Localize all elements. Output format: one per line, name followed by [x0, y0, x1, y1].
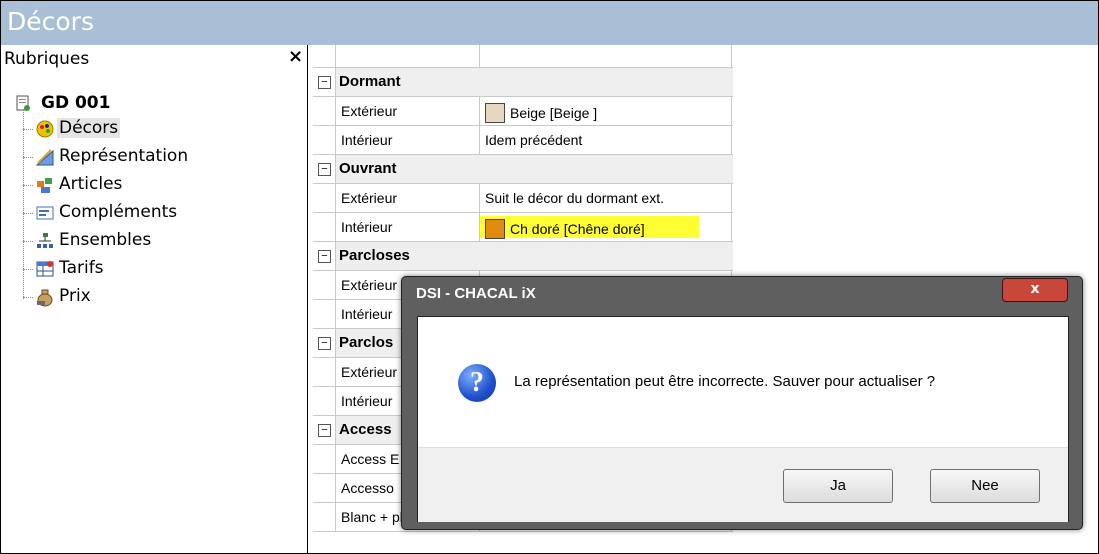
property-name: Extérieur: [341, 190, 398, 206]
property-name: Access E: [341, 451, 400, 467]
tree-item-label: Représentation: [59, 146, 189, 166]
tree-item-label: Compléments: [59, 202, 178, 222]
property-value-text: Beige [Beige ]: [510, 105, 598, 121]
title-bar: Décors: [1, 1, 1098, 45]
dialog-body: ? La représentation peut être incorrecte…: [418, 317, 1068, 447]
property-row[interactable]: Extérieur Beige [Beige ]: [313, 97, 733, 126]
color-swatch: [485, 219, 505, 239]
question-icon: ?: [458, 364, 496, 402]
collapse-toggle[interactable]: −: [318, 424, 331, 437]
property-name: Intérieur: [341, 306, 393, 322]
property-row[interactable]: Extérieur Suit le décor du dormant ext.: [313, 184, 733, 213]
tree-item-label: Ensembles: [59, 230, 152, 250]
property-row[interactable]: Intérieur Ch doré [Chêne doré]: [313, 213, 733, 242]
yes-button[interactable]: Ja: [783, 469, 893, 503]
category-row-ouvrant[interactable]: − Ouvrant: [313, 155, 733, 184]
tree-item-label: Prix: [59, 286, 91, 306]
window-title: Décors: [7, 7, 94, 36]
dialog-content: ? La représentation peut être incorrecte…: [417, 316, 1069, 522]
property-name: Extérieur: [341, 364, 398, 380]
dialog-message: La représentation peut être incorrecte. …: [514, 373, 936, 390]
collapse-toggle[interactable]: −: [318, 163, 331, 176]
close-button[interactable]: x: [1002, 278, 1068, 302]
category-row-dormant[interactable]: − Dormant: [313, 68, 733, 97]
property-value[interactable]: Suit le décor du dormant ext.: [485, 190, 664, 206]
category-label: Ouvrant: [339, 160, 397, 177]
category-label: Parcloses: [339, 247, 410, 264]
application-window: Décors Rubriques × GD 001 Décors Représe…: [0, 0, 1099, 554]
property-name: Intérieur: [341, 393, 393, 409]
panel-header: Rubriques ×: [1, 45, 307, 71]
hierarchy-icon: [37, 233, 53, 248]
close-panel-button[interactable]: ×: [288, 46, 303, 67]
category-row-parcloses[interactable]: − Parcloses: [313, 242, 733, 271]
rubriques-panel: Rubriques × GD 001 Décors Représentation…: [1, 45, 308, 553]
color-swatch: [485, 103, 505, 123]
collapse-toggle[interactable]: −: [318, 337, 331, 350]
collapse-toggle[interactable]: −: [318, 250, 331, 263]
tree-item-label: Tarifs: [59, 258, 104, 278]
property-name: Intérieur: [341, 219, 393, 235]
property-name: Accesso: [341, 480, 394, 496]
dialog-title: DSI - CHACAL iX: [416, 285, 536, 302]
no-button[interactable]: Nee: [930, 469, 1040, 503]
ruler-icon: [35, 149, 54, 166]
property-value[interactable]: Beige [Beige ]: [485, 103, 597, 123]
grid-top-row: [313, 45, 733, 68]
category-label: Dormant: [339, 73, 401, 90]
panel-title: Rubriques: [4, 49, 90, 69]
category-label: Access: [339, 421, 392, 438]
palette-icon: [36, 120, 54, 138]
tree-item-label: Décors: [57, 118, 121, 138]
property-row[interactable]: Intérieur Idem précédent: [313, 126, 733, 155]
tree-root-label: GD 001: [41, 93, 111, 113]
table-icon: [36, 261, 54, 277]
property-value-text: Ch doré [Chêne doré]: [510, 221, 645, 237]
category-label: Parclos: [339, 334, 394, 351]
property-value[interactable]: Ch doré [Chêne doré]: [485, 219, 645, 239]
parts-icon: [37, 178, 52, 193]
money-bag-icon: [37, 289, 53, 307]
form-icon: [36, 206, 54, 220]
property-name: Extérieur: [341, 103, 398, 119]
property-value[interactable]: Idem précédent: [485, 132, 582, 148]
collapse-toggle[interactable]: −: [318, 76, 331, 89]
property-name: Extérieur: [341, 277, 398, 293]
tree-connector: [23, 109, 24, 299]
tree-item-label: Articles: [59, 174, 123, 194]
property-name: Intérieur: [341, 132, 393, 148]
message-dialog: DSI - CHACAL iX x ? La représentation pe…: [401, 276, 1083, 530]
